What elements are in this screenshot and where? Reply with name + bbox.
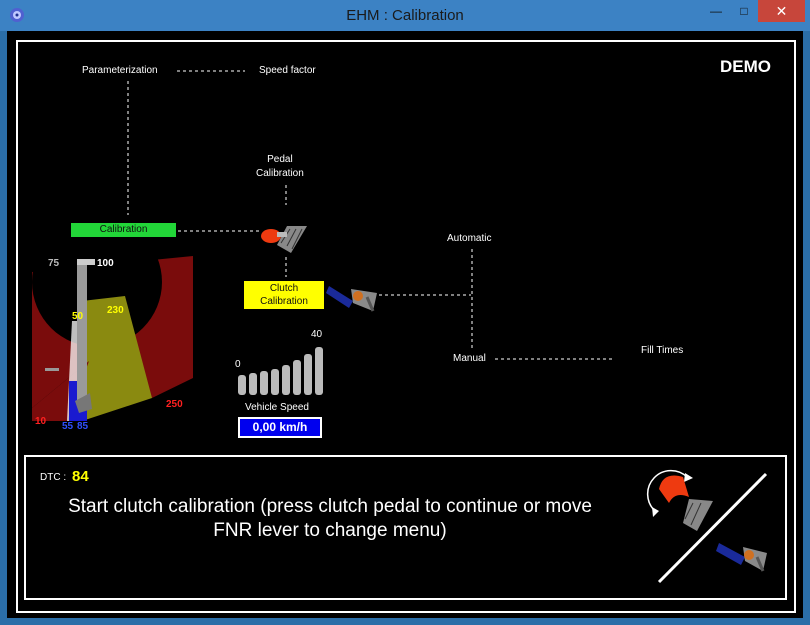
demo-badge: DEMO: [720, 57, 771, 76]
speed-bar: [282, 365, 290, 395]
menu-automatic[interactable]: Automatic: [447, 233, 491, 244]
instruction-line-2: FNR lever to change menu): [213, 520, 447, 541]
gauge-label: 100: [97, 258, 114, 269]
menu-manual[interactable]: Manual: [453, 353, 486, 364]
gauge-label: 50: [72, 311, 84, 322]
speed-scale-max: 40: [311, 329, 323, 340]
instruction-message: Start clutch calibration (press clutch p…: [35, 495, 625, 543]
clutch-lever-icon: [326, 286, 377, 312]
menu-connectors: [127, 70, 613, 360]
transmission-gauge: [32, 217, 193, 421]
menu-speed-factor[interactable]: Speed factor: [259, 65, 316, 76]
vehicle-speed-label: Vehicle Speed: [245, 402, 309, 413]
speed-scale-min: 0: [235, 359, 241, 370]
maximize-button[interactable]: □: [730, 0, 758, 22]
gauge-label: 55: [62, 421, 74, 432]
speed-bar: [238, 375, 246, 395]
title-bar: EHM : Calibration — □ ✕: [0, 0, 810, 31]
menu-pedal-calibration[interactable]: Pedal Calibration: [256, 153, 304, 181]
speed-bar: [315, 347, 323, 395]
gauge-lever: [77, 261, 87, 406]
speed-bar: [249, 373, 257, 395]
instruction-line-1: Start clutch calibration (press clutch p…: [68, 496, 592, 517]
gauge-label: 75: [48, 258, 60, 269]
vehicle-speed-value: 0,00 km/h: [238, 417, 322, 438]
dtc-value: 84: [72, 468, 89, 485]
minimize-button[interactable]: —: [702, 0, 730, 22]
menu-parameterization[interactable]: Parameterization: [82, 65, 158, 76]
menu-fill-times[interactable]: Fill Times: [641, 345, 683, 356]
gauge-small-marker: [45, 368, 59, 371]
window-title: EHM : Calibration: [346, 7, 464, 24]
gauge-label: 250: [166, 399, 183, 410]
vehicle-speed-bars: [238, 347, 323, 395]
gauge-label: 85: [77, 421, 89, 432]
close-button[interactable]: ✕: [758, 0, 805, 22]
speed-bar: [260, 371, 268, 395]
calibration-button[interactable]: Calibration: [71, 223, 176, 237]
speed-bar: [304, 354, 312, 395]
gauge-label: 10: [35, 416, 47, 427]
client-area: DEMO Parameterization Speed factor Pedal…: [7, 31, 803, 618]
gauge-label: 230: [107, 305, 124, 316]
dtc-label: DTC :: [40, 472, 67, 483]
pedal-icon: [261, 226, 307, 253]
clutch-calibration-button[interactable]: Clutch Calibration: [244, 281, 324, 309]
speed-bar: [271, 369, 279, 395]
speed-bar: [293, 360, 301, 395]
